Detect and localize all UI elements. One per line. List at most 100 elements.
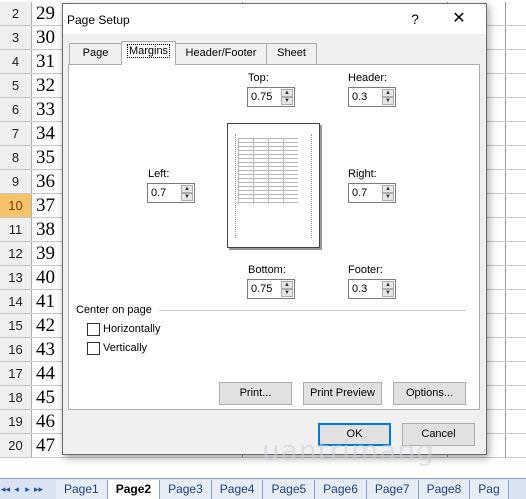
tab-sheet-label: Sheet <box>277 47 306 59</box>
vertically-checkbox[interactable] <box>87 342 100 355</box>
spin-down-icon[interactable]: ▼ <box>281 97 293 105</box>
row-header[interactable]: 3 <box>0 26 32 49</box>
top-label: Top: <box>248 72 269 84</box>
row-header[interactable]: 9 <box>0 170 32 193</box>
last-sheet-nav-icon[interactable]: ▸▸ <box>33 480 44 499</box>
spin-up-icon[interactable]: ▲ <box>382 281 394 289</box>
spin-down-icon[interactable]: ▼ <box>382 289 394 297</box>
sheet-tab[interactable]: Page6 <box>315 479 367 499</box>
row-header[interactable]: 16 <box>0 338 32 361</box>
horizontally-checkbox[interactable] <box>87 323 100 336</box>
top-margin-value[interactable]: 0.75 <box>251 91 272 103</box>
spin-down-icon[interactable]: ▼ <box>181 193 193 201</box>
left-margin-spinner[interactable]: 0.7 ▲ ▼ <box>147 183 195 203</box>
sheet-tab[interactable]: Page8 <box>418 479 471 499</box>
spin-up-icon[interactable]: ▲ <box>382 185 394 193</box>
next-sheet-nav-icon[interactable]: ▸ <box>22 480 33 499</box>
sheet-tab[interactable]: Page7 <box>366 479 419 499</box>
bottom-margin-value[interactable]: 0.75 <box>251 283 272 295</box>
prev-sheet-nav-icon[interactable]: ◂ <box>11 480 22 499</box>
top-margin-spinner[interactable]: 0.75 ▲ ▼ <box>247 87 295 107</box>
header-label: Header: <box>348 72 388 84</box>
row-header[interactable]: 10 <box>0 194 32 217</box>
cell-e[interactable] <box>506 386 526 409</box>
row-header[interactable]: 7 <box>0 122 32 145</box>
row-header[interactable]: 5 <box>0 74 32 97</box>
sheet-tab[interactable]: Page4 <box>211 479 264 499</box>
sheet-tab[interactable]: Pag <box>470 479 509 499</box>
spin-up-icon[interactable]: ▲ <box>281 89 293 97</box>
cell-e[interactable] <box>506 338 526 361</box>
close-button[interactable]: ✕ <box>447 9 471 29</box>
tab-page[interactable]: Page <box>69 43 122 64</box>
row-header[interactable]: 14 <box>0 290 32 313</box>
dialog-title: Page Setup <box>67 13 130 27</box>
page-setup-dialog: Page Setup ? ✕ Page Margins Header/Foote… <box>62 3 487 455</box>
cell-e[interactable] <box>506 146 526 169</box>
horizontally-label[interactable]: Horizontally <box>103 323 160 335</box>
print-button[interactable]: Print... <box>219 382 292 405</box>
header-margin-spinner[interactable]: 0.3 ▲ ▼ <box>348 87 396 107</box>
tab-sheet[interactable]: Sheet <box>266 43 317 64</box>
cell-e[interactable] <box>506 122 526 145</box>
right-margin-value[interactable]: 0.7 <box>352 187 367 199</box>
bottom-margin-spinner[interactable]: 0.75 ▲ ▼ <box>247 279 295 299</box>
first-sheet-nav-icon[interactable]: ◂◂ <box>0 480 11 499</box>
row-header[interactable]: 2 <box>0 2 32 25</box>
cell-e[interactable] <box>506 2 526 25</box>
help-button[interactable]: ? <box>405 9 425 29</box>
row-header[interactable]: 17 <box>0 362 32 385</box>
cell-e[interactable] <box>506 410 526 433</box>
row-header[interactable]: 8 <box>0 146 32 169</box>
sheet-tab[interactable]: Page2 <box>107 479 161 499</box>
tab-margins[interactable]: Margins <box>121 41 176 65</box>
cell-e[interactable] <box>506 170 526 193</box>
left-margin-value[interactable]: 0.7 <box>151 187 166 199</box>
cell-e[interactable] <box>506 266 526 289</box>
spin-down-icon[interactable]: ▼ <box>281 289 293 297</box>
options-button[interactable]: Options... <box>393 382 466 405</box>
row-header[interactable]: 12 <box>0 242 32 265</box>
dialog-titlebar[interactable]: Page Setup ? ✕ <box>63 4 486 34</box>
cell-e[interactable] <box>506 74 526 97</box>
cell-e[interactable] <box>506 314 526 337</box>
sheet-tab[interactable]: Page3 <box>160 479 212 499</box>
stage: 2297533054315532633573483525936751037113… <box>0 0 526 499</box>
sheet-tab[interactable]: Page1 <box>56 479 108 499</box>
spin-up-icon[interactable]: ▲ <box>281 281 293 289</box>
footer-margin-spinner[interactable]: 0.3 ▲ ▼ <box>348 279 396 299</box>
spin-down-icon[interactable]: ▼ <box>382 97 394 105</box>
spin-up-icon[interactable]: ▲ <box>181 185 193 193</box>
cell-e[interactable] <box>506 434 526 457</box>
sheet-tabs-bar: ◂◂ ◂ ▸ ▸▸ Page1 Page2 Page3 Page4 Page5 Page6… <box>0 478 526 499</box>
cell-e[interactable] <box>506 290 526 313</box>
preview-table <box>238 138 298 204</box>
spin-down-icon[interactable]: ▼ <box>382 193 394 201</box>
cell-e[interactable] <box>506 98 526 121</box>
footer-margin-value[interactable]: 0.3 <box>352 283 367 295</box>
vertically-label[interactable]: Vertically <box>103 342 147 354</box>
footer-label: Footer: <box>348 264 383 276</box>
row-header[interactable]: 11 <box>0 218 32 241</box>
sheet-tab[interactable]: Page5 <box>263 479 316 499</box>
row-header[interactable]: 6 <box>0 98 32 121</box>
print-preview-button[interactable]: Print Preview <box>303 382 382 405</box>
cell-e[interactable] <box>506 362 526 385</box>
row-header[interactable]: 18 <box>0 386 32 409</box>
tab-header-footer-label: Header/Footer <box>185 47 257 59</box>
spin-up-icon[interactable]: ▲ <box>382 89 394 97</box>
tab-header-footer[interactable]: Header/Footer <box>175 43 267 64</box>
row-header[interactable]: 13 <box>0 266 32 289</box>
left-label: Left: <box>148 168 170 180</box>
cell-e[interactable] <box>506 50 526 73</box>
row-header[interactable]: 19 <box>0 410 32 433</box>
cell-e[interactable] <box>506 194 526 217</box>
row-header[interactable]: 4 <box>0 50 32 73</box>
right-margin-spinner[interactable]: 0.7 ▲ ▼ <box>348 183 396 203</box>
cell-e[interactable] <box>506 242 526 265</box>
cell-e[interactable] <box>506 26 526 49</box>
header-margin-value[interactable]: 0.3 <box>352 91 367 103</box>
row-header[interactable]: 15 <box>0 314 32 337</box>
cell-e[interactable] <box>506 218 526 241</box>
row-header[interactable]: 20 <box>0 434 32 457</box>
